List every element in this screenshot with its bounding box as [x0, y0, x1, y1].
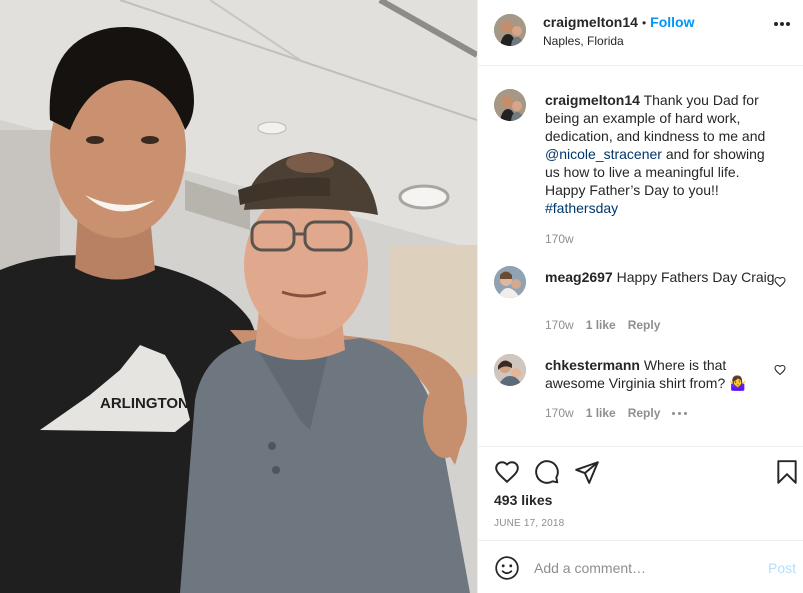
heart-icon[interactable] [774, 276, 786, 288]
bookmark-icon[interactable] [774, 459, 800, 485]
header-username[interactable]: craigmelton14 [543, 14, 638, 30]
post-photo[interactable]: ARLINGTON VA [0, 0, 477, 593]
comment-body: Happy Fathers Day Craig [612, 269, 775, 285]
comments-list[interactable]: craigmelton14 Thank you Dad for being an… [478, 67, 803, 445]
comment-meta: 170w 1 like Reply [545, 318, 660, 332]
avatar[interactable] [494, 266, 526, 298]
post-actions: 493 likes JUNE 17, 2018 [478, 446, 803, 540]
comment-username[interactable]: meag2697 [545, 269, 613, 285]
comment-text: chkestermann Where is that awesome Virgi… [545, 356, 780, 392]
post-date[interactable]: JUNE 17, 2018 [494, 518, 564, 529]
comment-likes[interactable]: 1 like [586, 318, 616, 332]
comment-age[interactable]: 170w [545, 406, 574, 420]
heart-icon[interactable] [494, 459, 520, 485]
post-header: craigmelton14 • Follow Naples, Florida [478, 0, 803, 66]
separator-dot: • [641, 16, 647, 30]
avatar[interactable] [494, 89, 526, 121]
add-comment-bar: Post [478, 540, 803, 593]
follow-button[interactable]: Follow [650, 14, 694, 30]
smiley-icon[interactable] [494, 555, 520, 581]
heart-icon[interactable] [774, 364, 786, 376]
post-sidebar: craigmelton14 • Follow Naples, Florida cra… [477, 0, 803, 593]
likes-count[interactable]: 493 likes [494, 492, 552, 508]
comment-age[interactable]: 170w [545, 318, 574, 332]
location-link[interactable]: Naples, Florida [543, 34, 624, 48]
comment-likes[interactable]: 1 like [586, 406, 616, 420]
comment-meta: 170w 1 like Reply [545, 406, 688, 420]
mention-link[interactable]: @nicole_stracener [545, 146, 662, 162]
comment-username[interactable]: chkestermann [545, 357, 640, 373]
caption-text: craigmelton14 Thank you Dad for being an… [545, 91, 780, 217]
comment-options-icon[interactable] [672, 411, 688, 415]
avatar[interactable] [494, 354, 526, 386]
reply-button[interactable]: Reply [628, 318, 661, 332]
comment-input[interactable] [534, 555, 754, 581]
speech-bubble-icon[interactable] [534, 459, 560, 485]
caption-meta: 170w [545, 232, 574, 246]
avatar[interactable] [494, 14, 526, 46]
paper-plane-icon[interactable] [574, 459, 600, 485]
caption-age[interactable]: 170w [545, 232, 574, 246]
photo-illustration: ARLINGTON VA [0, 0, 477, 593]
post-button[interactable]: Post [768, 560, 796, 576]
hashtag-link[interactable]: #fathersday [545, 200, 618, 216]
header-user-row: craigmelton14 • Follow [543, 14, 694, 30]
caption-username[interactable]: craigmelton14 [545, 92, 640, 108]
comment-text: meag2697 Happy Fathers Day Craig [545, 268, 780, 286]
reply-button[interactable]: Reply [628, 406, 661, 420]
ellipsis-icon[interactable] [774, 22, 790, 28]
